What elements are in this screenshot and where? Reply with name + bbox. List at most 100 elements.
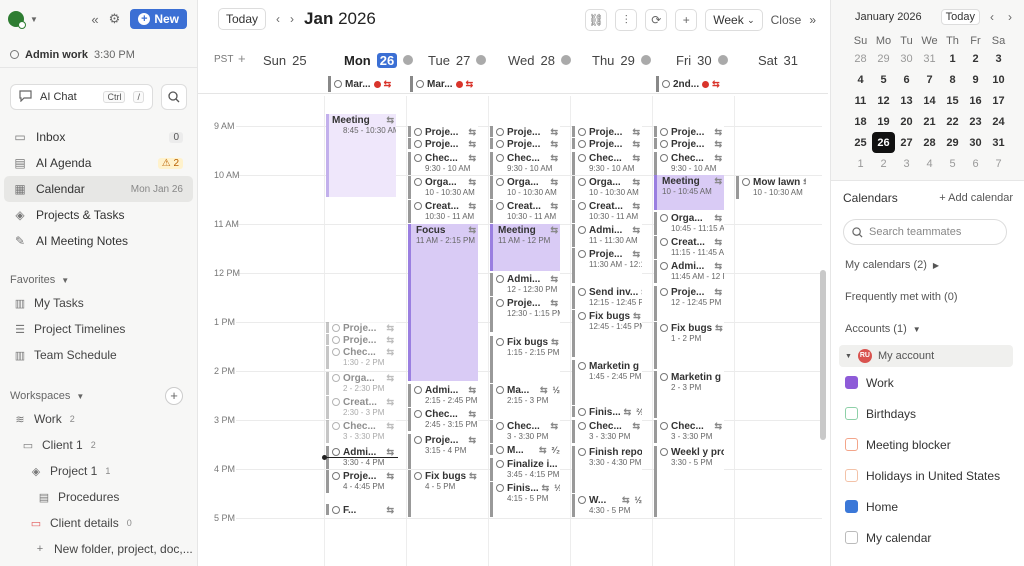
allday-event[interactable]: 2nd... ⇆	[656, 76, 730, 92]
mini-day[interactable]: 9	[964, 69, 987, 90]
task-checkbox-icon[interactable]	[414, 178, 422, 186]
task-checkbox-icon[interactable]	[414, 128, 422, 136]
mini-day[interactable]: 31	[987, 132, 1010, 153]
calendar-event[interactable]: Proje... ⇆	[326, 334, 396, 345]
task-checkbox-icon[interactable]	[660, 140, 668, 148]
task-checkbox-icon[interactable]	[660, 262, 668, 270]
calendar-event[interactable]: Admi... ⇆ 2:15 - 2:45 PM	[408, 384, 478, 407]
view-select[interactable]: Week ⌄	[705, 9, 763, 31]
frequently-met-toggle[interactable]: Frequently met with (0)	[831, 281, 1024, 313]
mini-day[interactable]: 1	[941, 48, 964, 69]
allday-event[interactable]: Mar... ⇆	[410, 76, 484, 92]
task-checkbox-icon[interactable]	[578, 226, 586, 234]
mini-day[interactable]: 8	[941, 69, 964, 90]
project-item-project-1[interactable]: ◈ Project 1 1	[0, 458, 197, 484]
task-checkbox-icon[interactable]	[578, 312, 586, 320]
mini-day[interactable]: 28	[918, 132, 941, 153]
calendar-event[interactable]: Creat... ⇆11:15 - 11:45 AM	[654, 236, 724, 259]
calendar-event[interactable]: Proje... ⇆	[490, 126, 560, 137]
calendar-event[interactable]: Finish report⇆⅔3:30 - 4:30 PM	[572, 446, 642, 493]
calendar-event[interactable]: Creat... ⇆ 10:30 - 11 AM	[572, 200, 642, 223]
task-checkbox-icon[interactable]	[660, 128, 668, 136]
add-timezone-icon[interactable]: +	[238, 51, 246, 66]
calendar-event[interactable]: Meeting ⇆ 8:45 - 10:30 AM	[326, 114, 396, 197]
new-button[interactable]: + New	[130, 9, 187, 29]
calendar-event[interactable]: Marketin g⇆2 - 3 PM	[654, 371, 724, 418]
calendar-event[interactable]: Orga... ⇆ 10 - 10:30 AM	[572, 176, 642, 199]
today-button[interactable]: Today	[218, 8, 267, 30]
workspace-avatar[interactable]	[8, 11, 26, 29]
calendar-event[interactable]: Admi... ⇆ 11 - 11:30 AM	[572, 224, 642, 247]
task-checkbox-icon[interactable]	[496, 202, 504, 210]
mini-day[interactable]: 12	[872, 90, 895, 111]
task-checkbox-icon[interactable]	[496, 275, 504, 283]
calendar-event[interactable]: Proje... ⇆ 3:15 - 4 PM	[408, 434, 478, 469]
calendar-event[interactable]: Creat... ⇆ 10:30 - 11 AM	[408, 200, 478, 223]
chevron-left-icon[interactable]: ‹	[276, 12, 280, 26]
close-button[interactable]: Close	[771, 13, 802, 27]
day-header-thu[interactable]: Thu 29	[592, 46, 651, 74]
calendar-checkbox[interactable]	[845, 438, 858, 451]
favorite-item[interactable]: ☰ Project Timelines	[0, 316, 197, 342]
task-checkbox-icon[interactable]	[578, 288, 586, 296]
task-checkbox-icon[interactable]	[496, 386, 504, 394]
mini-day[interactable]: 21	[918, 111, 941, 132]
calendar-event[interactable]: Proje... ⇆	[408, 126, 478, 137]
current-task[interactable]: Admin work 3:30 PM	[0, 42, 197, 68]
calendar-event[interactable]: Orga... ⇆ 2 - 2:30 PM	[326, 372, 396, 395]
task-checkbox-icon[interactable]	[332, 374, 340, 382]
calendar-event[interactable]: Chec... ⇆ 9:30 - 10 AM	[572, 152, 642, 175]
task-checkbox-icon[interactable]	[414, 202, 422, 210]
mini-day[interactable]: 5	[941, 153, 964, 174]
mini-day[interactable]: 15	[941, 90, 964, 111]
new-folder-button[interactable]: + New folder, project, doc,...	[0, 536, 197, 562]
calendar-event[interactable]: Fix bugs ⇆ 12:45 - 1:45 PM	[572, 310, 642, 357]
task-checkbox-icon[interactable]	[332, 472, 340, 480]
task-checkbox-icon[interactable]	[660, 448, 668, 456]
mini-day[interactable]: 25	[849, 132, 872, 153]
day-header-sun[interactable]: Sun 25	[263, 46, 307, 74]
mini-day[interactable]: 11	[849, 90, 872, 111]
calendar-event[interactable]: Weekl y project⇆²⁄₂3:30 - 5 PM	[654, 446, 724, 517]
mini-day[interactable]: 26	[872, 132, 895, 153]
task-checkbox-icon[interactable]	[578, 250, 586, 258]
task-checkbox-icon[interactable]	[496, 178, 504, 186]
calendar-item-holidays[interactable]: Holidays in United States	[831, 460, 1024, 491]
chevron-left-icon[interactable]: ‹	[986, 10, 998, 24]
calendar-event[interactable]: Proje... ⇆	[572, 126, 642, 137]
task-checkbox-icon[interactable]	[660, 324, 668, 332]
mini-day[interactable]: 3	[987, 48, 1010, 69]
folder-item-client-1[interactable]: ▭ Client 1 2	[0, 432, 197, 458]
calendar-event[interactable]: Meeting ⇆ 10 - 10:45 AM	[654, 175, 724, 210]
calendar-event[interactable]: Proje... ⇆	[326, 322, 396, 333]
mini-day[interactable]: 1	[849, 153, 872, 174]
task-checkbox-icon[interactable]	[496, 460, 504, 468]
favorite-item[interactable]: ▥ My Tasks	[0, 290, 197, 316]
chevron-down-icon[interactable]: ▼	[30, 15, 38, 24]
task-checkbox-icon[interactable]	[578, 408, 586, 416]
calendar-event[interactable]: Meeting ⇆ 11 AM - 12 PM	[490, 224, 560, 271]
mini-day[interactable]: 10	[987, 69, 1010, 90]
task-checkbox-icon[interactable]	[414, 140, 422, 148]
mini-day[interactable]: 28	[849, 48, 872, 69]
mini-day[interactable]: 13	[895, 90, 918, 111]
mini-day[interactable]: 16	[964, 90, 987, 111]
nav-item-projects-tasks[interactable]: ◈ Projects & Tasks	[4, 202, 193, 228]
workspace-item-work[interactable]: ≋ Work 2	[0, 406, 197, 432]
calendar-event[interactable]: Fix bugs ⇆ 1:15 - 2:15 PM	[490, 336, 560, 383]
task-checkbox-icon[interactable]	[414, 154, 422, 162]
calendar-checkbox[interactable]	[845, 500, 858, 513]
task-checkbox-icon[interactable]	[662, 80, 670, 88]
calendar-event[interactable]: M... ⇆ ²⁄₂	[490, 444, 560, 455]
task-checkbox-icon[interactable]	[496, 128, 504, 136]
task-checkbox-icon[interactable]	[414, 410, 422, 418]
task-checkbox-icon[interactable]	[496, 446, 504, 454]
task-checkbox-icon[interactable]	[416, 80, 424, 88]
calendar-event[interactable]: Focus ⇆ 11 AM - 2:15 PM	[408, 224, 478, 381]
day-header-tue[interactable]: Tue 27	[428, 46, 487, 74]
chevron-right-icon[interactable]: ›	[290, 12, 294, 26]
calendar-event[interactable]: Chec... ⇆ 3 - 3:30 PM	[572, 420, 642, 443]
calendar-event[interactable]: Chec... ⇆ 9:30 - 10 AM	[654, 152, 724, 175]
scrollbar-thumb[interactable]	[820, 270, 826, 440]
mini-day[interactable]: 4	[849, 69, 872, 90]
